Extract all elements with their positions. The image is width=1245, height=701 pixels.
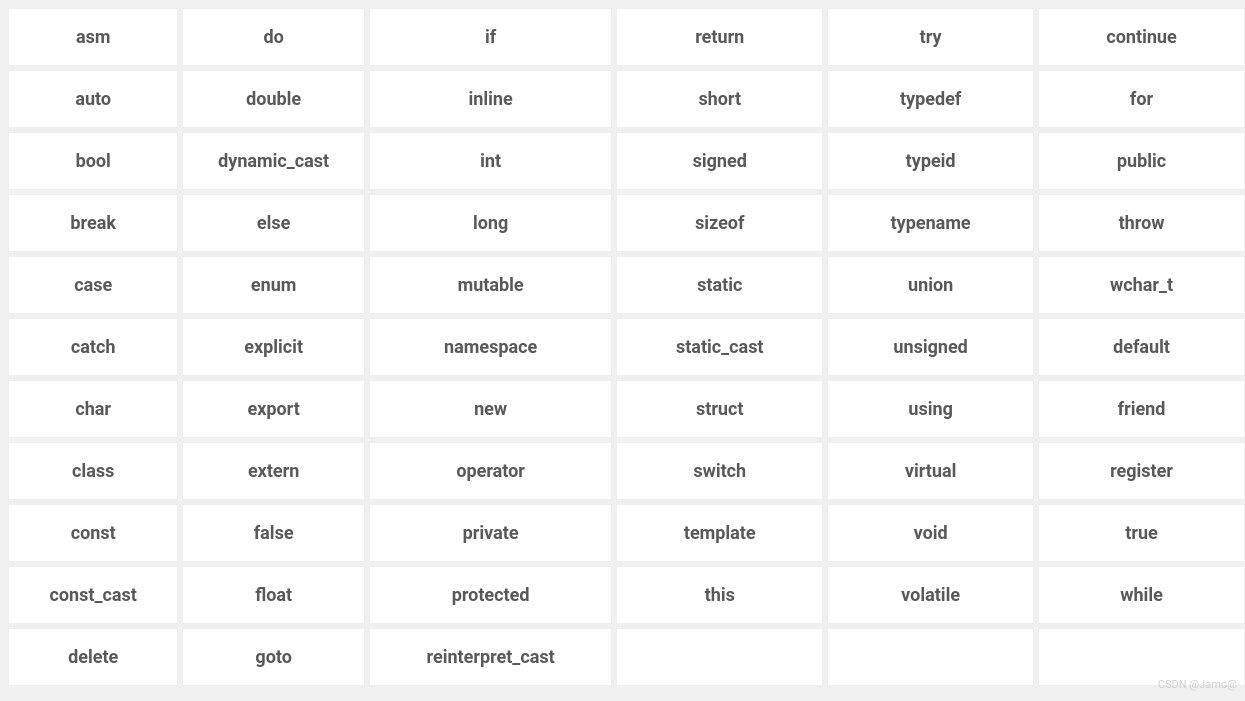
table-cell: explicit: [182, 318, 365, 376]
table-cell: throw: [1038, 194, 1245, 252]
table-cell: short: [616, 70, 823, 128]
table-cell: enum: [182, 256, 365, 314]
table-cell: volatile: [827, 566, 1034, 624]
table-cell: public: [1038, 132, 1245, 190]
table-row: booldynamic_castintsignedtypeidpublic: [8, 132, 1245, 190]
table-cell: asm: [8, 8, 178, 66]
table-cell: signed: [616, 132, 823, 190]
table-cell: bool: [8, 132, 178, 190]
table-cell: double: [182, 70, 365, 128]
keywords-table: asmdoifreturntrycontinueautodoubleinline…: [4, 4, 1245, 690]
table-row: catchexplicitnamespacestatic_castunsigne…: [8, 318, 1245, 376]
table-cell: new: [369, 380, 612, 438]
table-cell: default: [1038, 318, 1245, 376]
table-cell: [827, 628, 1034, 686]
table-cell: if: [369, 8, 612, 66]
table-cell: delete: [8, 628, 178, 686]
table-cell: export: [182, 380, 365, 438]
table-cell: do: [182, 8, 365, 66]
table-cell: unsigned: [827, 318, 1034, 376]
table-cell: typedef: [827, 70, 1034, 128]
table-cell: extern: [182, 442, 365, 500]
table-row: constfalseprivatetemplatevoidtrue: [8, 504, 1245, 562]
table-cell: static: [616, 256, 823, 314]
table-cell: typeid: [827, 132, 1034, 190]
table-row: breakelselongsizeoftypenamethrow: [8, 194, 1245, 252]
table-cell: sizeof: [616, 194, 823, 252]
table-cell: static_cast: [616, 318, 823, 376]
table-cell: int: [369, 132, 612, 190]
table-row: const_castfloatprotectedthisvolatilewhil…: [8, 566, 1245, 624]
table-cell: switch: [616, 442, 823, 500]
table-cell: using: [827, 380, 1034, 438]
table-row: charexportnewstructusingfriend: [8, 380, 1245, 438]
table-row: asmdoifreturntrycontinue: [8, 8, 1245, 66]
table-cell: long: [369, 194, 612, 252]
table-cell: for: [1038, 70, 1245, 128]
table-cell: true: [1038, 504, 1245, 562]
table-cell: continue: [1038, 8, 1245, 66]
table-cell: template: [616, 504, 823, 562]
table-cell: auto: [8, 70, 178, 128]
table-cell: goto: [182, 628, 365, 686]
table-cell: register: [1038, 442, 1245, 500]
table-row: classexternoperatorswitchvirtualregister: [8, 442, 1245, 500]
table-cell: typename: [827, 194, 1034, 252]
table-cell: namespace: [369, 318, 612, 376]
table-cell: const: [8, 504, 178, 562]
table-cell: friend: [1038, 380, 1245, 438]
table-cell: reinterpret_cast: [369, 628, 612, 686]
table-cell: return: [616, 8, 823, 66]
table-cell: union: [827, 256, 1034, 314]
table-row: caseenummutablestaticunionwchar_t: [8, 256, 1245, 314]
table-cell: dynamic_cast: [182, 132, 365, 190]
watermark: CSDN @Jamo@: [1158, 678, 1237, 691]
table-cell: private: [369, 504, 612, 562]
table-cell: virtual: [827, 442, 1034, 500]
table-cell: char: [8, 380, 178, 438]
table-row: deletegotoreinterpret_cast: [8, 628, 1245, 686]
table-cell: void: [827, 504, 1034, 562]
table-cell: const_cast: [8, 566, 178, 624]
table-cell: case: [8, 256, 178, 314]
table-cell: float: [182, 566, 365, 624]
table-cell: [616, 628, 823, 686]
table-cell: else: [182, 194, 365, 252]
table-cell: operator: [369, 442, 612, 500]
table-cell: break: [8, 194, 178, 252]
table-cell: false: [182, 504, 365, 562]
table-cell: class: [8, 442, 178, 500]
table-cell: try: [827, 8, 1034, 66]
table-cell: this: [616, 566, 823, 624]
table-row: autodoubleinlineshorttypedeffor: [8, 70, 1245, 128]
table-cell: mutable: [369, 256, 612, 314]
table-cell: catch: [8, 318, 178, 376]
table-cell: inline: [369, 70, 612, 128]
table-cell: wchar_t: [1038, 256, 1245, 314]
table-cell: while: [1038, 566, 1245, 624]
table-cell: struct: [616, 380, 823, 438]
table-cell: protected: [369, 566, 612, 624]
keywords-table-container: asmdoifreturntrycontinueautodoubleinline…: [4, 4, 1245, 690]
